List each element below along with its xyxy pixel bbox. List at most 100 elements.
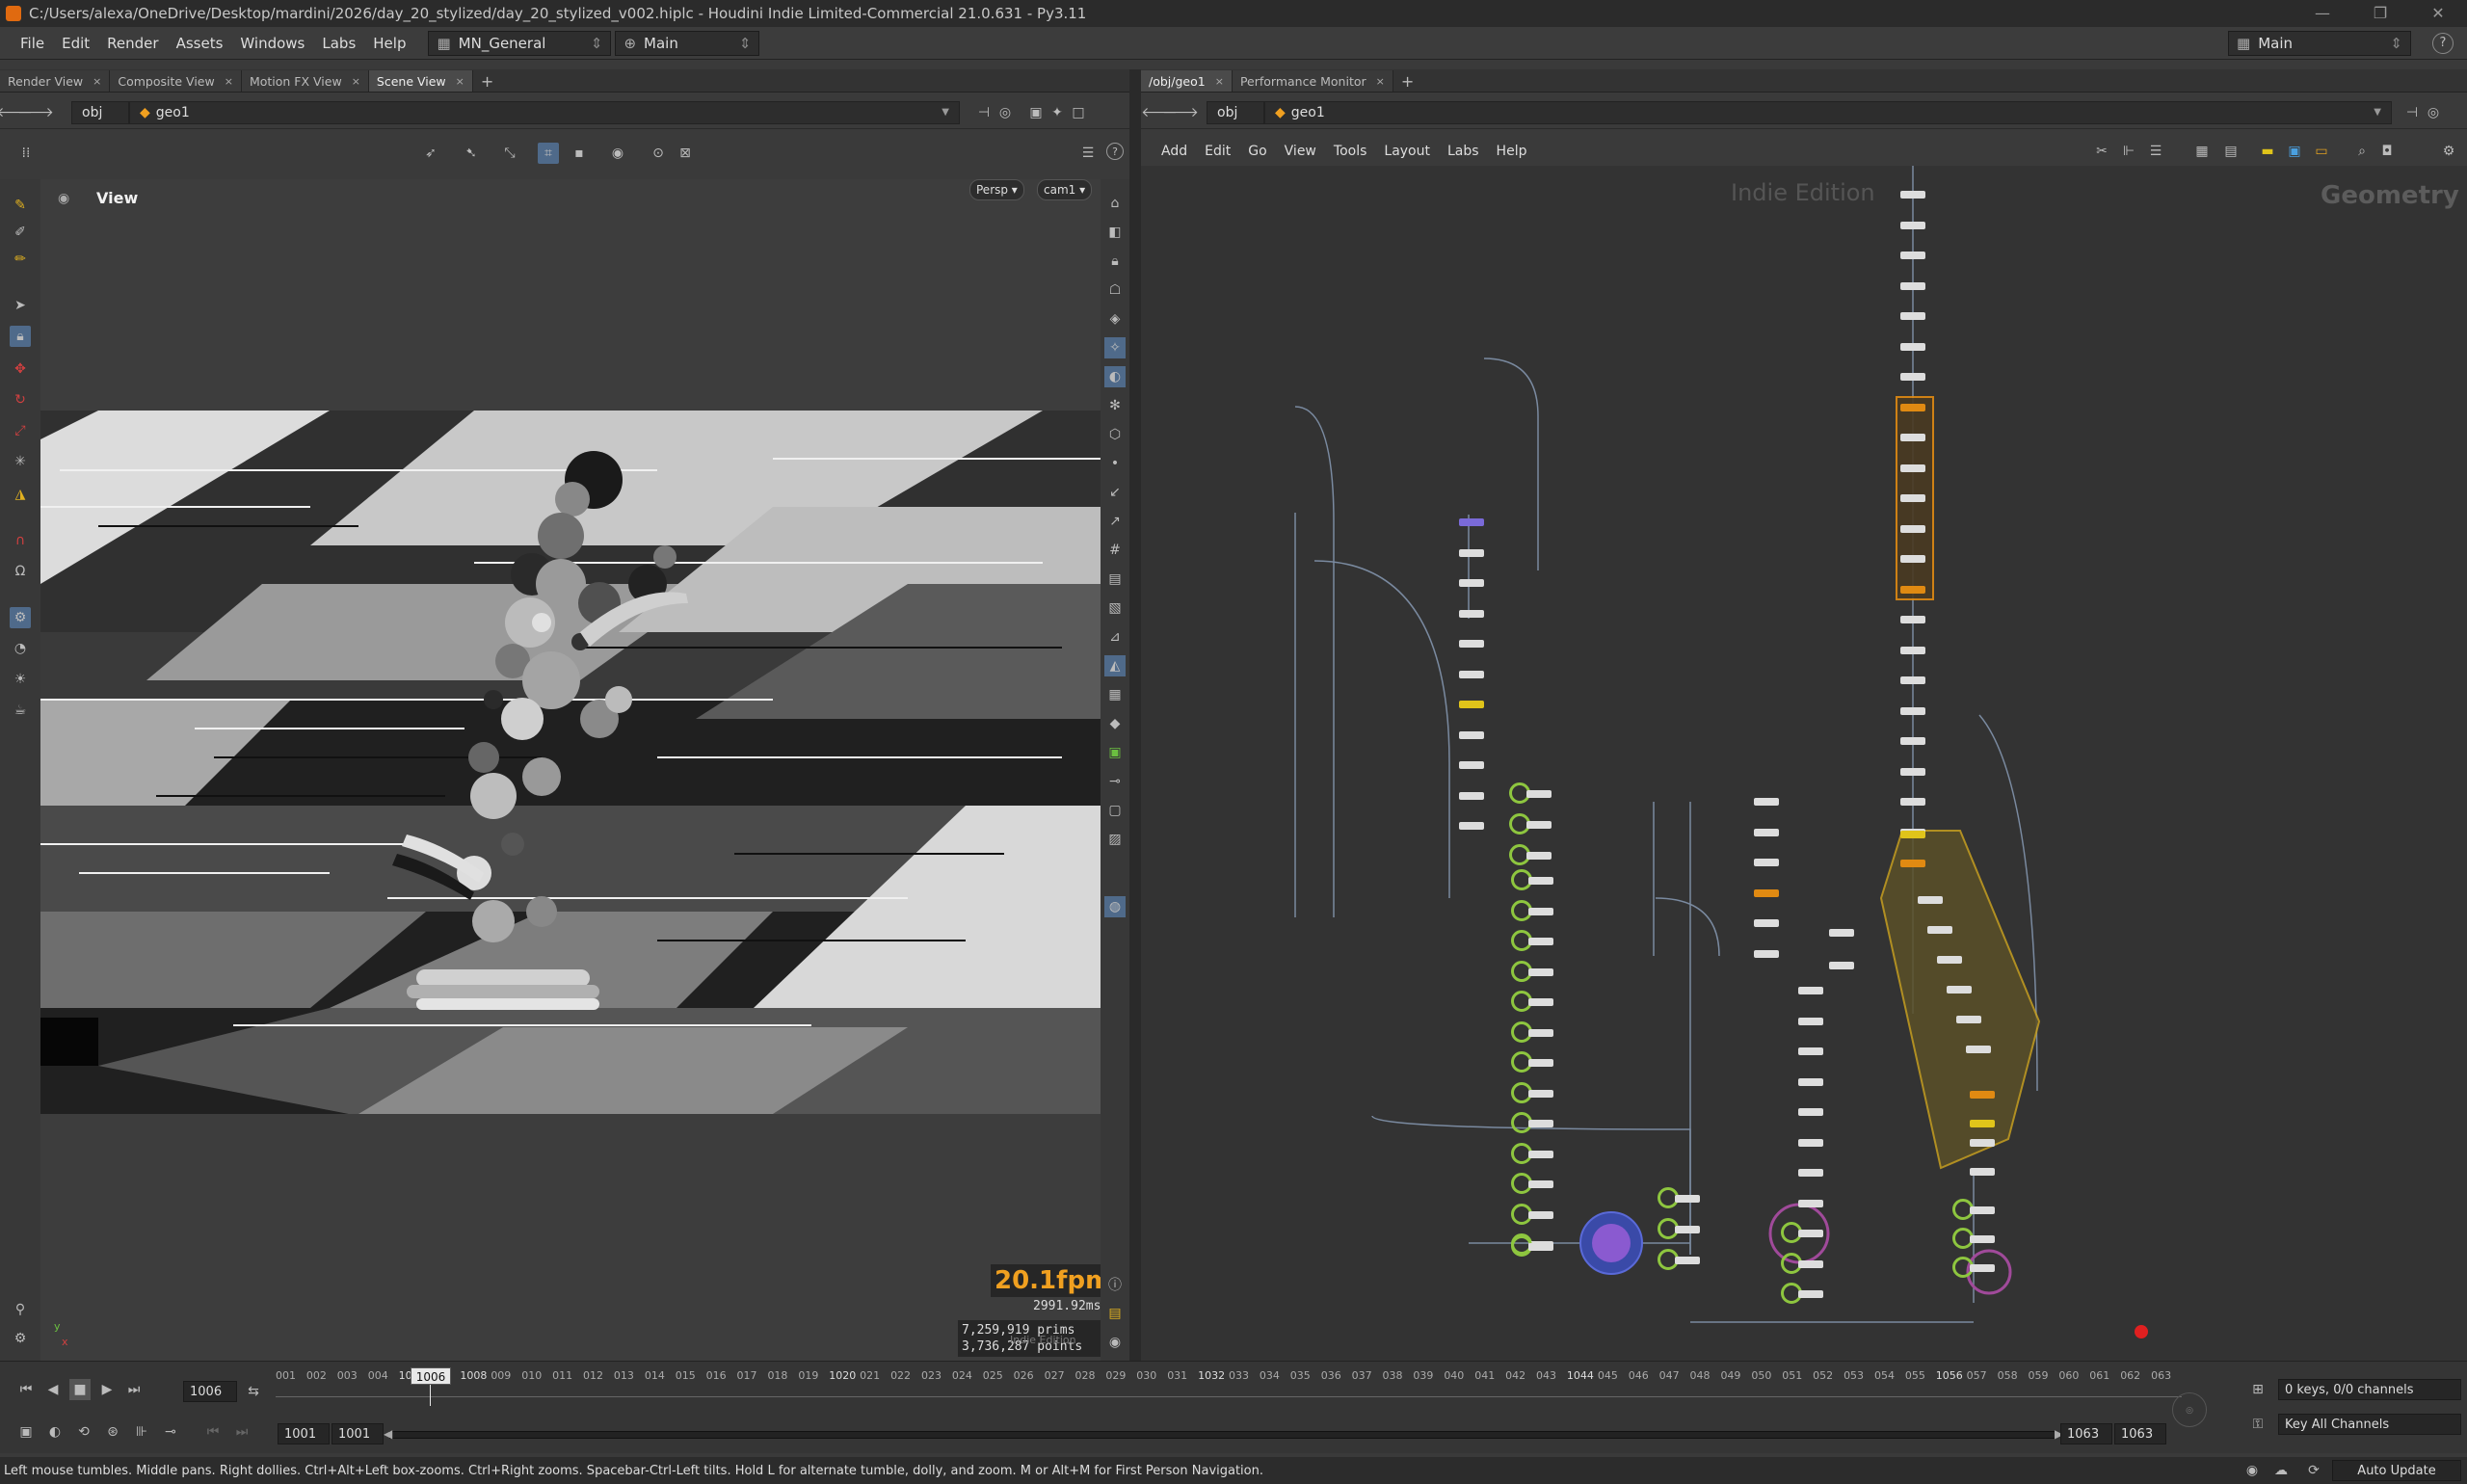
- net-menu-labs[interactable]: Labs: [1439, 144, 1488, 159]
- checker-icon[interactable]: ▦: [1104, 684, 1126, 705]
- network-node[interactable]: [1754, 949, 1779, 958]
- step-icon[interactable]: ⇆: [243, 1381, 264, 1402]
- tab-obj-geo1[interactable]: /obj/geo1 ×: [1141, 70, 1233, 92]
- network-node[interactable]: [1459, 518, 1484, 526]
- tab-scene-view[interactable]: Scene View ×: [368, 70, 473, 92]
- camera-icon[interactable]: ⊙: [648, 143, 669, 164]
- network-node[interactable]: [1459, 579, 1484, 587]
- display-options-icon[interactable]: ☰: [1077, 143, 1099, 164]
- forward-arrow-icon[interactable]: 🡒: [17, 102, 54, 123]
- play-icon[interactable]: ▶: [96, 1379, 118, 1400]
- flip-icon[interactable]: ◆: [1104, 713, 1126, 734]
- network-node[interactable]: [1970, 1139, 1995, 1147]
- scale-icon[interactable]: ⤢: [10, 420, 31, 441]
- magnet-icon[interactable]: ∩: [10, 530, 31, 551]
- network-node[interactable]: [1675, 1195, 1700, 1203]
- keys-channels-field[interactable]: 0 keys, 0/0 channels: [2278, 1379, 2461, 1400]
- path-obj[interactable]: obj: [71, 100, 129, 124]
- network-node[interactable]: [1970, 1264, 1995, 1272]
- pin-icon[interactable]: ⊣: [973, 102, 995, 123]
- record-icon[interactable]: ◉: [607, 143, 628, 164]
- brush-icon[interactable]: ✐: [10, 222, 31, 243]
- render-region-icon[interactable]: ⊠: [675, 143, 696, 164]
- network-node[interactable]: [1970, 1091, 1995, 1099]
- network-node[interactable]: [1900, 676, 1925, 684]
- help-icon[interactable]: ?: [2432, 33, 2454, 54]
- network-node[interactable]: [1459, 609, 1484, 618]
- close-icon[interactable]: ×: [1215, 75, 1224, 88]
- guide-icon[interactable]: ⊿: [1104, 626, 1126, 648]
- menu-render[interactable]: Render: [98, 35, 167, 52]
- network-node[interactable]: [1900, 464, 1925, 472]
- move-icon[interactable]: ✥: [10, 358, 31, 380]
- network-node[interactable]: [1900, 860, 1925, 867]
- network-node[interactable]: [1900, 221, 1925, 229]
- network-node[interactable]: [1754, 888, 1779, 897]
- network-node[interactable]: [1966, 1046, 1991, 1053]
- network-node[interactable]: [1900, 434, 1925, 441]
- network-node[interactable]: [1528, 1089, 1553, 1098]
- select-icon[interactable]: ➤: [10, 295, 31, 316]
- layout-icon[interactable]: ▣: [1025, 102, 1047, 123]
- network-node[interactable]: [1528, 938, 1553, 945]
- network-node[interactable]: [1927, 926, 1952, 934]
- pick-icon[interactable]: ➷: [461, 143, 482, 164]
- range-icon[interactable]: ⊛: [102, 1421, 123, 1443]
- network-node[interactable]: [1900, 831, 1925, 838]
- close-icon[interactable]: ×: [456, 75, 464, 88]
- network-node[interactable]: [1528, 1210, 1553, 1219]
- lock-icon[interactable]: 🔒︎: [10, 326, 31, 347]
- view-tool-icon[interactable]: ◔: [10, 638, 31, 659]
- number-icon[interactable]: #: [1104, 540, 1126, 561]
- network-node[interactable]: [1900, 585, 1925, 594]
- key-all-channels-button[interactable]: Key All Channels: [2278, 1414, 2461, 1435]
- go-start-icon[interactable]: ⏮: [15, 1379, 37, 1400]
- menu-labs[interactable]: Labs: [313, 35, 364, 52]
- network-node[interactable]: [1900, 616, 1925, 623]
- link-icon[interactable]: ◎: [2423, 102, 2444, 123]
- network-node[interactable]: [1528, 907, 1553, 915]
- network-node[interactable]: [1528, 1243, 1553, 1251]
- network-node[interactable]: [1528, 1180, 1553, 1188]
- network-node[interactable]: [1900, 737, 1925, 745]
- network-node[interactable]: [1526, 852, 1552, 860]
- network-node[interactable]: [1459, 670, 1484, 678]
- network-node[interactable]: [1528, 967, 1553, 976]
- go-end-icon[interactable]: ⏭: [123, 1379, 145, 1400]
- close-icon[interactable]: ×: [93, 75, 101, 88]
- shading-icon[interactable]: ◧: [1104, 222, 1126, 243]
- grid-icon[interactable]: ▦: [2191, 141, 2213, 162]
- scene-viewport[interactable]: ◉ View Persp ▾ cam1 ▾ 20.1fpm 2991.92ms …: [40, 179, 1101, 1361]
- close-icon[interactable]: ×: [225, 75, 233, 88]
- stop-icon[interactable]: ■: [69, 1379, 91, 1400]
- select-arrow-icon[interactable]: ➶: [420, 143, 441, 164]
- close-icon[interactable]: ×: [1376, 75, 1385, 88]
- network-node[interactable]: [1798, 1077, 1823, 1086]
- network-node[interactable]: [1798, 1230, 1823, 1237]
- network-node[interactable]: [1754, 798, 1779, 806]
- paint-icon[interactable]: ✏: [10, 249, 31, 270]
- camera-guide-icon[interactable]: ◭: [1104, 655, 1126, 676]
- points-icon[interactable]: ✻: [1104, 395, 1126, 416]
- network-node[interactable]: [1900, 646, 1925, 654]
- network-node[interactable]: [1900, 798, 1925, 806]
- close-icon[interactable]: ×: [352, 75, 360, 88]
- teapot-icon[interactable]: ☕︎: [10, 700, 31, 721]
- pose-icon[interactable]: ✳: [10, 451, 31, 472]
- network-node[interactable]: [1970, 1168, 1995, 1176]
- list-icon[interactable]: ☰: [2145, 141, 2166, 162]
- box-icon[interactable]: ▪: [569, 143, 590, 164]
- network-node[interactable]: [1900, 706, 1925, 715]
- box-icon[interactable]: ▭: [2311, 141, 2332, 162]
- network-node[interactable]: [1900, 373, 1925, 381]
- loop-icon[interactable]: ⟲: [73, 1421, 94, 1443]
- visibility-icon[interactable]: ◈: [1104, 308, 1126, 330]
- grid-small-icon[interactable]: ▤: [2220, 141, 2242, 162]
- snap-tool-icon[interactable]: Ω: [10, 561, 31, 582]
- auto-key-icon[interactable]: ◎: [2172, 1392, 2207, 1427]
- sound-icon[interactable]: ◉: [2242, 1460, 2263, 1481]
- net-menu-tools[interactable]: Tools: [1325, 144, 1376, 159]
- chat-icon[interactable]: ☁: [2270, 1460, 2292, 1481]
- background-icon[interactable]: ◍: [1104, 896, 1126, 917]
- pin-icon[interactable]: ⊣: [2401, 102, 2423, 123]
